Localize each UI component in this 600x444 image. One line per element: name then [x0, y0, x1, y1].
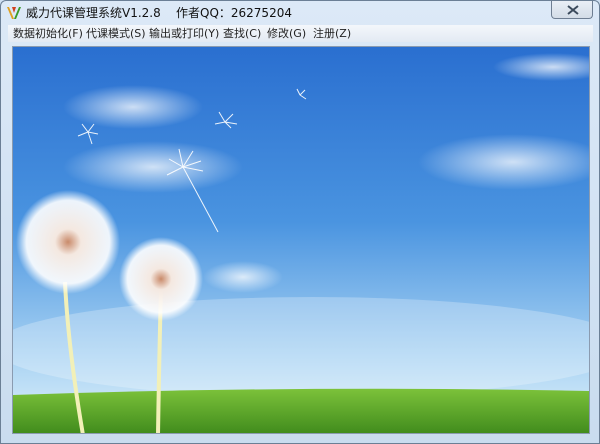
app-logo-icon[interactable]	[6, 5, 22, 21]
menu-search[interactable]: 查找(C)	[223, 26, 261, 41]
client-area	[12, 46, 590, 434]
title-bar[interactable]: 威力代课管理系统V1.2.8 作者QQ：26275204	[1, 1, 599, 25]
close-button[interactable]	[551, 1, 593, 19]
menu-bar: 数据初始化(F) 代课模式(S) 输出或打印(Y) 查找(C) 修改(G) 注册…	[8, 25, 593, 42]
window-title: 威力代课管理系统V1.2.8 作者QQ：26275204	[26, 6, 292, 20]
app-window: 威力代课管理系统V1.2.8 作者QQ：26275204 数据初始化(F) 代课…	[0, 0, 600, 444]
dandelion-wallpaper	[13, 47, 589, 433]
menu-output-print[interactable]: 输出或打印(Y)	[149, 26, 219, 41]
menu-register[interactable]: 注册(Z)	[313, 26, 351, 41]
close-icon	[567, 5, 579, 15]
menu-data-init[interactable]: 数据初始化(F)	[13, 26, 83, 41]
menu-substitute-mode[interactable]: 代课模式(S)	[86, 26, 146, 41]
menu-edit[interactable]: 修改(G)	[267, 26, 306, 41]
